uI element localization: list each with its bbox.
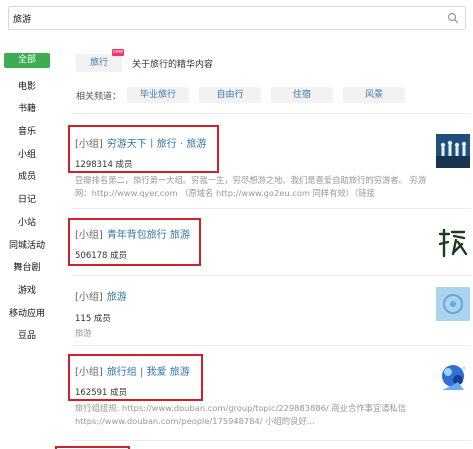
nav-item-drama[interactable]: 舞台剧: [4, 257, 50, 280]
divider: [72, 113, 471, 114]
divider: [72, 440, 471, 441]
related-channels-label: 相关频道：: [76, 91, 122, 102]
nav-item-games[interactable]: 游戏: [4, 280, 50, 303]
result-title-row: [小组] 旅游: [72, 288, 469, 303]
divider: [72, 345, 471, 346]
nav-item-products[interactable]: 豆品: [4, 325, 50, 348]
channel-chip[interactable]: 住宿: [271, 87, 334, 103]
nav-item-groups[interactable]: 小组: [4, 144, 50, 167]
nav-item-apps[interactable]: 移动应用: [4, 303, 50, 326]
search-bar: [8, 6, 466, 30]
nav-item-all[interactable]: 全部: [4, 53, 50, 68]
search-input[interactable]: [13, 10, 433, 27]
channel-chip[interactable]: 自由行: [199, 87, 262, 103]
topic-tag-row: 旅行 new 关于旅行的精华内容: [76, 49, 214, 72]
divider: [72, 208, 471, 209]
topic-tag-description: 关于旅行的精华内容: [132, 59, 214, 70]
group-thumbnail[interactable]: [436, 362, 470, 396]
new-badge: new: [111, 49, 125, 56]
search-icon[interactable]: [447, 12, 459, 24]
nav-item-diaries[interactable]: 日记: [4, 189, 50, 212]
highlight-box: [68, 125, 219, 173]
highlight-box: [68, 218, 201, 266]
result-item: [小组] 旅游 115 成员 旅游: [72, 288, 469, 340]
group-thumbnail[interactable]: [436, 287, 470, 321]
category-nav: 全部 电影 书籍 音乐 小组 成员 日记 小站 同城活动 舞台剧 游戏 移动应用…: [4, 53, 52, 348]
topic-tag-label: 旅行: [90, 58, 109, 68]
result-description: 旅行组组规: https://www.douban.com/group/topi…: [75, 403, 407, 426]
group-thumbnail[interactable]: [436, 226, 470, 260]
nav-item-music[interactable]: 音乐: [4, 121, 50, 144]
group-thumbnail[interactable]: [436, 134, 470, 168]
related-channels: 相关频道： 毕业旅行 自由行 住宿 风景: [76, 87, 415, 103]
result-description: 豆瓣排名第二，旅行第一大组。穷我一生，穷尽想游之地。我们是喜爱自助旅行的穷游者。…: [75, 175, 427, 198]
result-description: 旅游: [75, 328, 92, 338]
result-kind: [小组]: [75, 292, 103, 303]
divider: [72, 275, 471, 276]
result-member-count: 115 成员: [75, 314, 111, 324]
nav-item-members[interactable]: 成员: [4, 166, 50, 189]
channel-chip[interactable]: 风景: [343, 87, 406, 103]
nav-item-movies[interactable]: 电影: [4, 76, 50, 99]
highlight-box: [68, 354, 203, 401]
nav-item-sites[interactable]: 小站: [4, 212, 50, 235]
channel-chip[interactable]: 毕业旅行: [127, 87, 190, 103]
nav-item-events[interactable]: 同城活动: [4, 235, 50, 258]
topic-tag-button[interactable]: 旅行 new: [76, 49, 125, 72]
nav-item-books[interactable]: 书籍: [4, 98, 50, 121]
result-title-link[interactable]: 旅游: [107, 292, 127, 303]
